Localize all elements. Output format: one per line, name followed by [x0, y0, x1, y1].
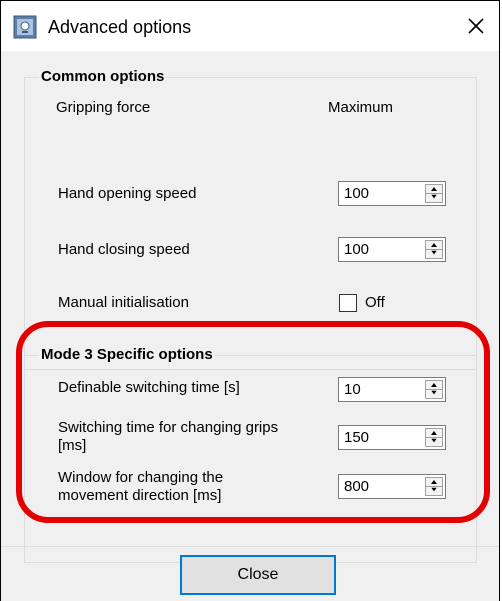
spin-down-icon[interactable] [426, 437, 442, 445]
dialog-content: Common options Gripping force Maximum Ha… [1, 51, 499, 601]
footer-separator [1, 546, 499, 547]
switching-time-value: 10 [344, 381, 361, 398]
direction-window-value: 800 [344, 478, 370, 495]
switching-time-label: Definable switching time [s] [58, 379, 240, 396]
direction-window-label-1: Window for changing the [58, 469, 224, 486]
closing-speed-value: 100 [344, 241, 370, 258]
grip-switch-time-label-2: [ms] [58, 437, 87, 454]
manual-init-state: Off [365, 294, 385, 311]
closing-speed-stepper[interactable]: 100 [338, 237, 446, 262]
spin-down-icon[interactable] [426, 193, 442, 201]
common-options-title: Common options [39, 68, 167, 85]
spin-down-icon[interactable] [426, 486, 442, 494]
opening-speed-value: 100 [344, 185, 370, 202]
advanced-options-dialog: Advanced options Common options Gripping… [0, 0, 500, 601]
grip-switch-time-label-1: Switching time for changing grips [58, 419, 279, 436]
spin-down-icon[interactable] [426, 389, 442, 397]
opening-speed-stepper[interactable]: 100 [338, 181, 446, 206]
grip-switch-time-value: 150 [344, 429, 370, 446]
spin-buttons[interactable] [425, 240, 443, 259]
spin-down-icon[interactable] [426, 249, 442, 257]
title-bar: Advanced options [1, 1, 499, 51]
direction-window-label-2: movement direction [ms] [58, 487, 222, 504]
grip-switch-time-stepper[interactable]: 150 [338, 425, 446, 450]
close-icon[interactable] [463, 13, 489, 39]
direction-window-stepper[interactable]: 800 [338, 474, 446, 499]
app-icon [13, 15, 37, 39]
spin-buttons[interactable] [425, 184, 443, 203]
closing-speed-label: Hand closing speed [58, 241, 190, 258]
opening-speed-label: Hand opening speed [58, 185, 197, 202]
manual-init-checkbox[interactable] [339, 294, 357, 312]
common-options-group: Common options [24, 68, 477, 370]
manual-init-label: Manual initialisation [58, 294, 189, 311]
spin-buttons[interactable] [425, 380, 443, 399]
gripping-force-value: Maximum [328, 99, 394, 116]
switching-time-stepper[interactable]: 10 [338, 377, 446, 402]
window-title: Advanced options [48, 17, 192, 37]
close-button[interactable]: Close [180, 555, 336, 595]
spin-buttons[interactable] [425, 428, 443, 447]
spin-buttons[interactable] [425, 477, 443, 496]
gripping-force-label: Gripping force [56, 99, 151, 116]
mode3-options-title: Mode 3 Specific options [39, 346, 215, 363]
